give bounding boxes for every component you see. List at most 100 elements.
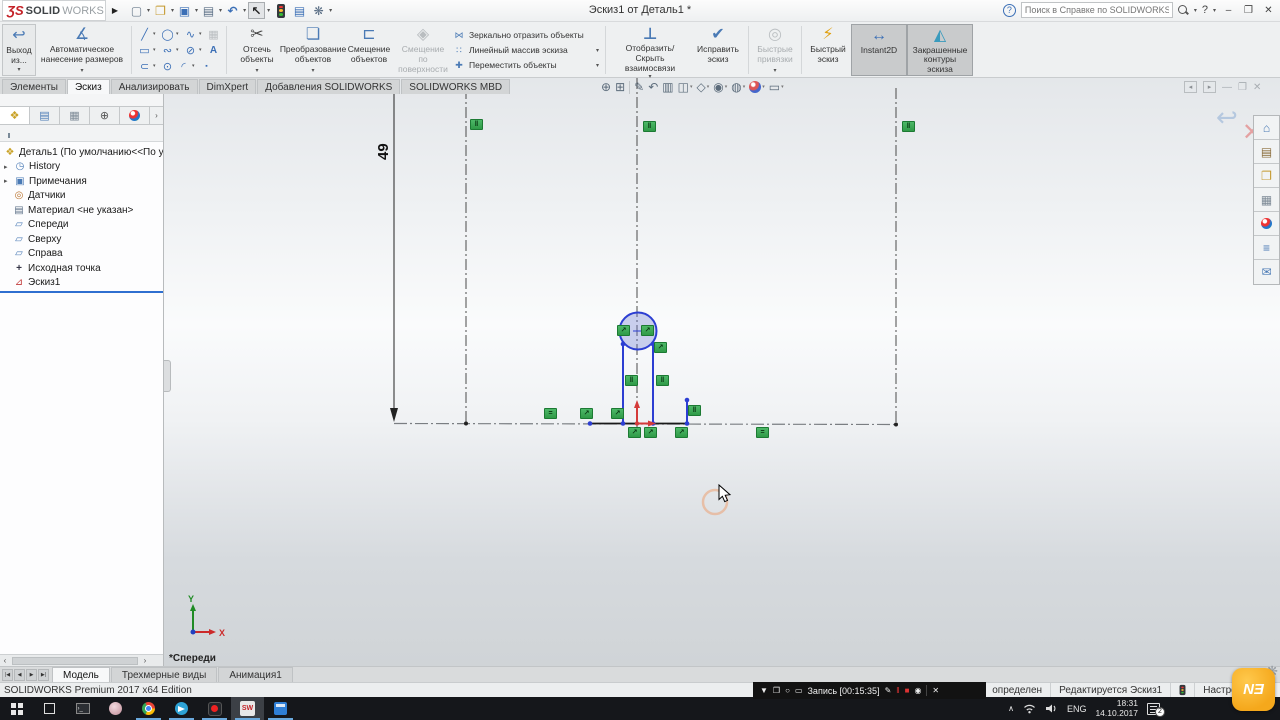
propertymanager-tab[interactable] (30, 107, 60, 124)
linear-pattern-item[interactable]: Линейный массив эскиза ▾ (453, 44, 599, 57)
print-button[interactable] (200, 2, 217, 19)
dimxpertmanager-tab[interactable] (90, 107, 120, 124)
open-button[interactable] (152, 2, 169, 19)
rapid-sketch-button[interactable]: Быстрый эскиз (805, 24, 851, 76)
endpoint-dot[interactable] (464, 422, 468, 426)
ellipse-caret-icon[interactable]: ▾ (199, 47, 205, 53)
constraint-icon-vertical[interactable]: ‖ (688, 405, 701, 416)
linear-pattern-caret-icon[interactable]: ▾ (596, 47, 599, 54)
calculator-button[interactable] (264, 697, 297, 720)
print-caret-icon[interactable]: ▾ (219, 7, 222, 14)
convert-entities-button[interactable]: Преобразование объектов ▾ (284, 24, 342, 76)
doc-minimize-button[interactable]: — (1222, 82, 1232, 93)
slot-caret-icon[interactable]: ▾ (153, 63, 159, 69)
close-button[interactable]: ✕ (1261, 3, 1276, 17)
instant2d-button[interactable]: Instant2D (851, 24, 907, 76)
tree-item-origin[interactable]: Исходная точка (0, 261, 163, 276)
doc-restore-button[interactable]: ❐ (1238, 82, 1247, 93)
task-view-button[interactable] (33, 697, 66, 720)
doc-close-button[interactable]: ✕ (1253, 82, 1261, 93)
constraint-icon-equal[interactable]: = (544, 408, 557, 419)
view-orientation-button[interactable]: ▾ (678, 80, 693, 94)
appearances-tab[interactable] (1254, 212, 1279, 236)
tab-features[interactable]: Элементы (2, 79, 66, 94)
tab-addins[interactable]: Добавления SOLIDWORKS (257, 79, 400, 94)
tree-item-sketch1[interactable]: Эскиз1 (0, 276, 163, 291)
expander-icon[interactable]: ▸ (4, 177, 11, 185)
hidden-icons-button[interactable]: ∧ (1008, 704, 1014, 713)
expander-icon[interactable]: ▸ (4, 163, 11, 171)
restore-button[interactable]: ❐ (1241, 3, 1256, 17)
search-icon[interactable] (1178, 5, 1189, 16)
constraint-icon-equal[interactable]: = (756, 427, 769, 438)
tab-sketch[interactable]: Эскиз (67, 79, 110, 94)
slot-tool-button[interactable] (137, 59, 152, 74)
constraint-icon-vertical[interactable]: ‖ (902, 121, 915, 132)
tab-evaluate[interactable]: Анализировать (111, 79, 198, 94)
next-tab-button[interactable]: ▶ (26, 669, 37, 681)
3d-views-tab[interactable]: Трехмерные виды (111, 667, 217, 682)
language-indicator[interactable]: ENG (1067, 704, 1087, 714)
tab-mbd[interactable]: SOLIDWORKS MBD (401, 79, 510, 94)
scroll-left-icon[interactable]: ‹ (0, 656, 10, 665)
recorder-pen-icon[interactable]: ✎ (885, 686, 892, 695)
custom-properties-tab[interactable] (1254, 236, 1279, 260)
select-caret-icon[interactable]: ▾ (267, 7, 270, 14)
new-document-button[interactable] (128, 2, 145, 19)
show-relations-button[interactable]: Отобразить/Скрыть взаимосвязи ▾ (609, 24, 691, 76)
circle-tool-button[interactable] (160, 27, 175, 42)
recorder-close-icon[interactable]: ✕ (932, 686, 939, 695)
rectangle-tool-button[interactable] (137, 43, 152, 58)
point-tool-button[interactable] (199, 59, 214, 74)
view-palette-tab[interactable] (1254, 188, 1279, 212)
menu-flyout-button[interactable] (109, 2, 121, 19)
sketch-origin[interactable] (637, 407, 649, 424)
save-caret-icon[interactable]: ▾ (195, 7, 198, 14)
resources-tab[interactable] (1254, 116, 1279, 140)
tree-item-top-plane[interactable]: Сверху (0, 232, 163, 247)
scrollbar-thumb[interactable] (12, 657, 138, 665)
tree-root-part[interactable]: Деталь1 (По умолчанию<<По умолча (0, 145, 163, 160)
save-button[interactable] (176, 2, 193, 19)
section-view-icon[interactable] (662, 80, 673, 94)
new-caret-icon[interactable]: ▾ (147, 7, 150, 14)
polygon-tool-button[interactable] (160, 59, 175, 74)
design-library-tab[interactable] (1254, 140, 1279, 164)
endpoint-dot[interactable] (894, 423, 898, 427)
ellipse-tool-button[interactable] (183, 43, 198, 58)
tab-dimxpert[interactable]: DimXpert (199, 79, 257, 94)
rollback-bar[interactable] (0, 291, 163, 293)
sketch-canvas[interactable]: 49 (164, 78, 1280, 666)
console-app-button[interactable] (66, 697, 99, 720)
featuremanager-tab[interactable] (0, 107, 30, 124)
line-caret-icon[interactable]: ▾ (153, 31, 159, 37)
forum-tab[interactable] (1254, 260, 1279, 284)
recorder-logo-badge[interactable]: NƎ (1232, 668, 1275, 711)
help-circle-icon[interactable]: ? (1003, 4, 1016, 17)
tree-item-front-plane[interactable]: Спереди (0, 218, 163, 233)
recorder-window-icon[interactable]: ❐ (773, 686, 780, 695)
recorder-pause-icon[interactable]: ‖ (896, 686, 899, 695)
options-button[interactable] (310, 2, 327, 19)
constraint-icon-coincident[interactable]: ↗ (628, 427, 641, 438)
recorder-stop-icon[interactable]: ■ (905, 686, 910, 695)
line-tool-button[interactable] (137, 27, 152, 42)
doc-next-window-button[interactable]: ▸ (1203, 81, 1216, 93)
notification-center-button[interactable]: 2 (1147, 703, 1160, 715)
tree-filter-bar[interactable] (0, 125, 163, 142)
previous-view-icon[interactable] (648, 80, 658, 94)
model-tab[interactable]: Модель (52, 667, 110, 682)
constraint-icon-vertical[interactable]: ‖ (470, 119, 483, 130)
displaymanager-tab[interactable] (120, 107, 150, 124)
constraint-icon-vertical[interactable]: ‖ (643, 121, 656, 132)
constraint-icon-coincident[interactable]: ↗ (580, 408, 593, 419)
start-button[interactable] (0, 697, 33, 720)
constraint-icon-tangent[interactable]: ↗ (654, 342, 667, 353)
view-settings-button[interactable]: ▾ (769, 80, 784, 94)
panel-splitter-handle[interactable] (164, 360, 171, 392)
help-button[interactable]: ? (1202, 4, 1208, 16)
rectangle-caret-icon[interactable]: ▾ (153, 47, 159, 53)
mirror-entities-item[interactable]: Зеркально отразить объекты (453, 29, 599, 42)
constraint-icon-coincident[interactable]: ↗ (644, 427, 657, 438)
confirm-exit-sketch-icon[interactable]: ↩ (1216, 102, 1238, 133)
